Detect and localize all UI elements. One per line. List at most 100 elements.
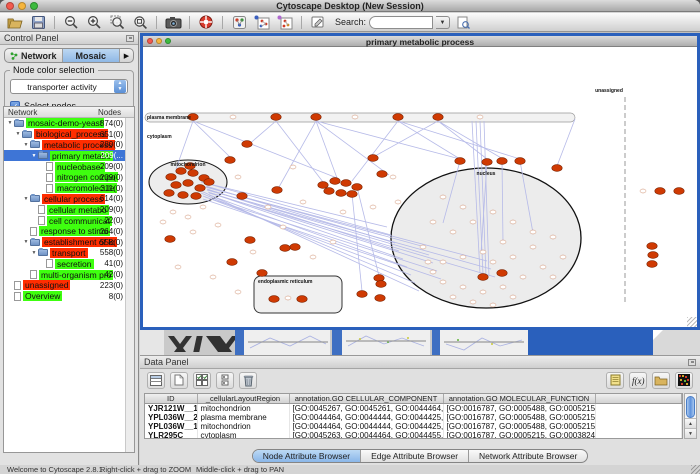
tree-row[interactable]: nucleobase-209(0) xyxy=(4,161,125,172)
window-titlebar[interactable]: Cytoscape Desktop (New Session) xyxy=(0,0,700,12)
network-node[interactable] xyxy=(290,244,300,251)
network-node[interactable] xyxy=(237,193,247,200)
expand-triangle-icon[interactable]: ▼ xyxy=(22,196,30,202)
network-node[interactable] xyxy=(440,195,446,199)
network-node[interactable] xyxy=(200,205,206,209)
search-dropdown-arrow[interactable]: ▼ xyxy=(436,16,450,29)
snapshot-button[interactable] xyxy=(163,14,183,31)
search-options-button[interactable] xyxy=(453,14,473,31)
table-column-header[interactable]: ID xyxy=(145,394,197,404)
clear-selection-button[interactable] xyxy=(170,372,188,389)
apply-vizmap-button[interactable] xyxy=(275,14,295,31)
scrollbar-thumb[interactable] xyxy=(686,396,695,418)
tree-row[interactable]: ▼primary metabo209(... xyxy=(4,150,125,161)
network-node[interactable] xyxy=(235,290,241,294)
network-node[interactable] xyxy=(324,188,334,195)
network-node[interactable] xyxy=(204,179,214,186)
network-node[interactable] xyxy=(190,230,196,234)
network-node[interactable] xyxy=(490,260,496,264)
attribute-mode-button[interactable] xyxy=(216,372,234,389)
network-node[interactable] xyxy=(480,290,486,294)
network-node[interactable] xyxy=(269,296,279,303)
network-node[interactable] xyxy=(482,159,492,166)
network-node[interactable] xyxy=(225,157,235,164)
network-node[interactable] xyxy=(235,175,241,179)
vizmapper-button[interactable] xyxy=(229,14,249,31)
tab-overflow-arrow[interactable]: ▶ xyxy=(120,49,133,62)
network-node[interactable] xyxy=(530,230,536,234)
network-node[interactable] xyxy=(215,223,221,227)
network-node[interactable] xyxy=(440,260,446,264)
network-node[interactable] xyxy=(183,180,193,187)
network-canvas[interactable]: plasma membranecytoplasmmitochondrionnuc… xyxy=(143,47,697,327)
select-attributes-button[interactable] xyxy=(193,372,211,389)
network-node[interactable] xyxy=(336,190,346,197)
network-node[interactable] xyxy=(195,185,205,192)
network-node[interactable] xyxy=(265,205,271,209)
network-node[interactable] xyxy=(318,182,328,189)
network-node[interactable] xyxy=(497,270,507,277)
network-node[interactable] xyxy=(674,188,684,195)
network-node[interactable] xyxy=(164,190,174,197)
network-node[interactable] xyxy=(285,296,291,300)
network-node[interactable] xyxy=(347,191,357,198)
table-scrollbar[interactable]: ▲ ▼ xyxy=(684,393,697,439)
tab-edge-attribute-browser[interactable]: Edge Attribute Browser xyxy=(361,450,469,462)
network-node[interactable] xyxy=(300,200,306,204)
expand-triangle-icon[interactable]: ▼ xyxy=(14,131,22,137)
tree-row[interactable]: ▼cellular process614(0) xyxy=(4,194,125,205)
network-node[interactable] xyxy=(530,245,536,249)
network-node[interactable] xyxy=(374,275,384,282)
expand-triangle-icon[interactable]: ▼ xyxy=(30,153,38,159)
network-node[interactable] xyxy=(395,200,401,204)
network-node[interactable] xyxy=(515,158,525,165)
open-file-button[interactable] xyxy=(5,14,25,31)
network-node[interactable] xyxy=(257,270,267,277)
tree-row[interactable]: ▼biological_process651(0) xyxy=(4,129,125,140)
window-resize-grip[interactable] xyxy=(687,317,697,327)
network-node[interactable] xyxy=(490,303,496,307)
network-node[interactable] xyxy=(188,170,198,177)
network-node[interactable] xyxy=(376,281,386,288)
network-node[interactable] xyxy=(440,280,446,284)
tree-row[interactable]: unassigned223(0) xyxy=(4,280,125,291)
network-node[interactable] xyxy=(370,205,376,209)
network-node[interactable] xyxy=(341,180,351,187)
network-node[interactable] xyxy=(450,295,456,299)
tree-row[interactable]: cellular metabo209(0) xyxy=(4,204,125,215)
network-node[interactable] xyxy=(460,255,466,259)
import-attributes-button[interactable] xyxy=(652,372,670,389)
tree-row[interactable]: ▼mosaic-demo-yeast874(0) xyxy=(4,118,125,129)
network-node[interactable] xyxy=(171,182,181,189)
zoom-in-button[interactable] xyxy=(84,14,104,31)
network-node[interactable] xyxy=(648,252,658,259)
network-node[interactable] xyxy=(510,255,516,259)
network-node[interactable] xyxy=(510,220,516,224)
network-node[interactable] xyxy=(497,158,507,165)
network-node[interactable] xyxy=(477,115,483,119)
network-node[interactable] xyxy=(520,275,526,279)
help-button[interactable] xyxy=(196,14,216,31)
float-panel-icon[interactable] xyxy=(688,359,696,366)
table-row[interactable]: YPL036W__1mitochondrion[GO:0044464, GO:0… xyxy=(145,422,682,431)
table-row[interactable]: YPL036W__2plasma membrane[GO:0044464, GO… xyxy=(145,413,682,422)
network-node[interactable] xyxy=(297,296,307,303)
network-node[interactable] xyxy=(311,114,321,121)
network-node[interactable] xyxy=(230,115,236,119)
attribute-notes-button[interactable] xyxy=(606,372,624,389)
heatmap-button[interactable] xyxy=(675,372,693,389)
network-node[interactable] xyxy=(500,240,506,244)
network-node[interactable] xyxy=(271,114,281,121)
network-node[interactable] xyxy=(352,184,362,191)
network-node[interactable] xyxy=(560,255,566,259)
tree-row[interactable]: ▼transport558(0) xyxy=(4,248,125,259)
network-node[interactable] xyxy=(460,285,466,289)
tab-node-attribute-browser[interactable]: Node Attribute Browser xyxy=(253,450,361,462)
table-column-header[interactable]: annotation.GO CELLULAR_COMPONENT xyxy=(289,394,443,404)
network-node[interactable] xyxy=(280,245,290,252)
annotation-button[interactable] xyxy=(308,14,328,31)
network-node[interactable] xyxy=(500,285,506,289)
tree-row[interactable]: cell communicat22(0) xyxy=(4,215,125,226)
network-node[interactable] xyxy=(470,300,476,304)
network-node[interactable] xyxy=(430,270,436,274)
